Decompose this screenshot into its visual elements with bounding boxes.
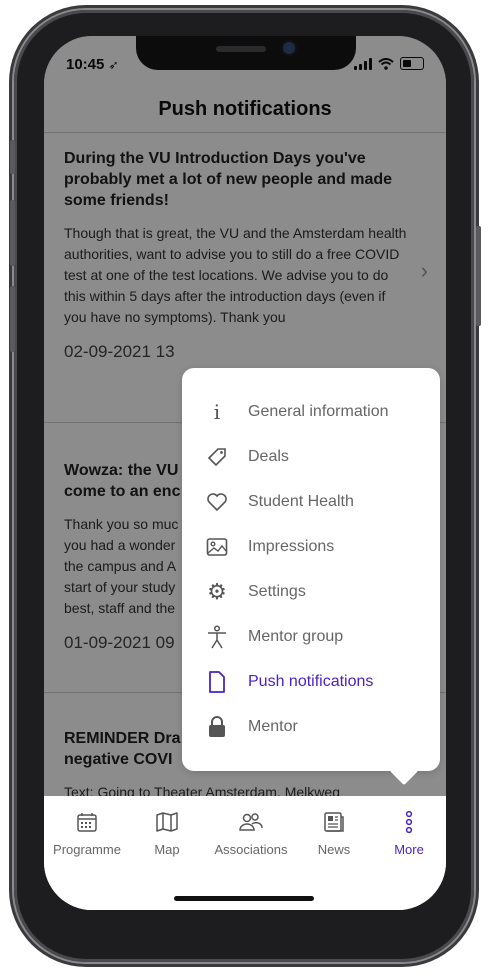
menu-item-student-health[interactable]: Student Health bbox=[182, 482, 440, 522]
notch bbox=[136, 36, 356, 70]
people-icon bbox=[211, 808, 291, 836]
tab-more[interactable]: More bbox=[369, 808, 446, 857]
tab-map[interactable]: Map bbox=[127, 808, 207, 857]
menu-item-push-notifications[interactable]: Push notifications bbox=[182, 662, 440, 702]
home-indicator[interactable] bbox=[174, 896, 314, 901]
tab-news[interactable]: News bbox=[294, 808, 374, 857]
person-icon bbox=[202, 625, 232, 649]
news-icon bbox=[294, 808, 374, 836]
menu-item-mentor[interactable]: Mentor bbox=[182, 707, 440, 747]
map-icon bbox=[127, 808, 207, 836]
lock-icon bbox=[202, 715, 232, 739]
tag-icon bbox=[202, 446, 232, 468]
document-icon bbox=[202, 670, 232, 694]
side-button-power bbox=[476, 226, 481, 326]
gear-icon: ⚙ bbox=[207, 579, 227, 604]
tab-bar: Programme Map Associations News More bbox=[44, 796, 446, 910]
more-dots-icon bbox=[369, 808, 446, 836]
info-icon: i bbox=[213, 400, 221, 424]
heart-icon bbox=[202, 492, 232, 512]
screen: 10:45 ➶ Push notifications During the VU… bbox=[44, 36, 446, 910]
menu-item-general-information[interactable]: i General information bbox=[182, 392, 440, 432]
side-button-volume-down bbox=[10, 286, 15, 352]
more-menu-popup: i General information Deals Student Heal… bbox=[182, 368, 440, 786]
tab-associations[interactable]: Associations bbox=[211, 808, 291, 857]
tab-programme[interactable]: Programme bbox=[47, 808, 127, 857]
side-button-silent bbox=[10, 140, 15, 174]
menu-item-impressions[interactable]: Impressions bbox=[182, 527, 440, 567]
speaker bbox=[216, 46, 266, 52]
menu-item-mentor-group[interactable]: Mentor group bbox=[182, 617, 440, 657]
menu-item-settings[interactable]: ⚙ Settings bbox=[182, 572, 440, 612]
front-camera bbox=[283, 42, 295, 54]
image-icon bbox=[202, 537, 232, 557]
menu-item-deals[interactable]: Deals bbox=[182, 437, 440, 477]
side-button-volume-up bbox=[10, 200, 15, 266]
calendar-icon bbox=[47, 808, 127, 836]
